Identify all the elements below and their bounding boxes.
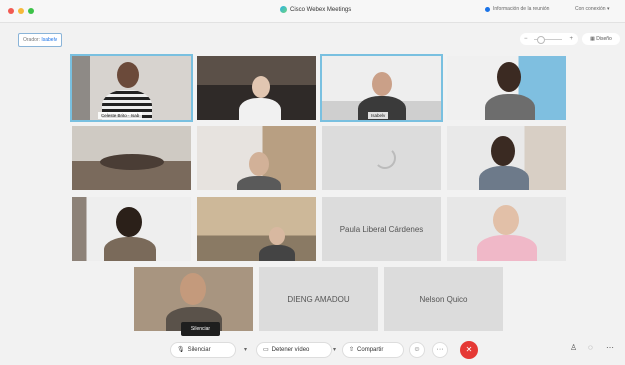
- video-background: [197, 197, 316, 261]
- mute-options-chevron-icon[interactable]: ▾: [244, 346, 247, 353]
- active-speaker-indicator: Orador: Isabelv: [18, 33, 63, 47]
- video-tile-participant[interactable]: [447, 56, 566, 120]
- connection-status[interactable]: Con conexión ▾: [575, 6, 609, 12]
- connection-label: Con conexión: [575, 6, 606, 12]
- chevron-down-icon: ▾: [606, 6, 610, 12]
- smiley-icon: ☺: [413, 346, 421, 353]
- video-tile-isabelv[interactable]: Isabelv: [320, 54, 443, 122]
- more-menu-icon[interactable]: ⋯: [606, 343, 614, 352]
- stop-video-button[interactable]: ▭ Detener vídeo: [256, 342, 332, 358]
- loading-spinner-icon: [374, 147, 396, 169]
- participant-name-label: Celeste Brito · Isab: [98, 112, 143, 119]
- video-tile-office[interactable]: [197, 197, 316, 261]
- participant-name-placeholder: Paula Liberal Cárdenes: [339, 224, 424, 234]
- more-dots-icon: ···: [436, 346, 444, 353]
- person-head: [493, 205, 519, 235]
- zoom-handle[interactable]: [537, 36, 545, 44]
- participant-name-placeholder: DIENG AMADOU: [287, 294, 350, 304]
- video-tile-participant[interactable]: [197, 126, 316, 190]
- webex-window: Cisco Webex Meetings Información de la r…: [0, 0, 625, 365]
- camera-icon: ▭: [263, 347, 269, 353]
- person-head: [497, 62, 521, 92]
- person-body: [479, 166, 529, 190]
- share-icon: ⇧: [349, 347, 355, 353]
- person-body: [239, 98, 281, 120]
- zoom-slider[interactable]: − +: [520, 33, 578, 45]
- mute-label: Silenciar: [187, 347, 211, 353]
- layout-button[interactable]: ▦ Diseño: [582, 33, 620, 45]
- video-options-chevron-icon[interactable]: ▾: [333, 346, 336, 353]
- layout-label: Diseño: [596, 36, 612, 42]
- person-head: [269, 227, 285, 245]
- window-controls: [8, 8, 34, 14]
- minimize-window-button[interactable]: [18, 8, 24, 14]
- video-tile-participant[interactable]: [197, 56, 316, 120]
- end-call-icon: ✕: [465, 345, 473, 354]
- video-tile-dieng-amadou[interactable]: DIENG AMADOU: [259, 267, 378, 331]
- end-call-button[interactable]: ✕: [460, 341, 478, 359]
- video-tile-celeste-brito[interactable]: Celeste Brito · Isab: [70, 54, 193, 122]
- video-tile-paula-liberal-cardenes[interactable]: Paula Liberal Cárdenes: [322, 197, 441, 261]
- video-tile-meeting-room[interactable]: [72, 126, 191, 190]
- person-head: [372, 72, 392, 96]
- meeting-controls-bar: 🎙 Silenciar ▾ ▭ Detener vídeo ▾ ⇧ Compar…: [0, 337, 625, 365]
- zoom-out-button[interactable]: −: [524, 33, 528, 45]
- video-tile-participant[interactable]: [447, 126, 566, 190]
- window-title: Cisco Webex Meetings: [280, 6, 351, 13]
- video-tile-participant[interactable]: [72, 197, 191, 261]
- speaker-label: Orador:: [23, 37, 40, 43]
- video-tile-participant[interactable]: [447, 197, 566, 261]
- share-label: Compartir: [357, 347, 384, 353]
- close-window-button[interactable]: [8, 8, 14, 14]
- more-options-button[interactable]: ···: [432, 342, 448, 358]
- stop-video-label: Detener vídeo: [271, 347, 310, 353]
- person-body: [259, 245, 295, 261]
- person-body: [104, 237, 156, 261]
- person-body: [477, 235, 537, 261]
- person-body: [237, 176, 281, 190]
- speaker-name: Isabelv: [41, 37, 58, 43]
- webex-logo-icon: [280, 6, 287, 13]
- participant-name-label: Isabelv: [368, 112, 389, 119]
- video-tile-loading[interactable]: [322, 126, 441, 190]
- view-toolbar: Orador: Isabelv − + ▦ Diseño: [0, 30, 625, 48]
- video-tile-nelson-quico[interactable]: Nelson Quico: [384, 267, 503, 331]
- conference-table: [100, 154, 164, 170]
- participant-name-placeholder: Nelson Quico: [419, 294, 468, 304]
- person-head: [249, 152, 269, 176]
- person-body: [485, 94, 535, 120]
- mute-tooltip: Silenciar: [181, 322, 220, 336]
- chat-icon[interactable]: ◌: [588, 343, 593, 352]
- mic-icon: 🎙: [177, 347, 185, 353]
- maximize-window-button[interactable]: [28, 8, 34, 14]
- title-bar: Cisco Webex Meetings Información de la r…: [0, 0, 625, 23]
- participants-icon[interactable]: ♙: [570, 343, 577, 352]
- zoom-in-button[interactable]: +: [569, 33, 573, 45]
- reactions-button[interactable]: ☺: [409, 342, 425, 358]
- person-head: [180, 273, 206, 305]
- meeting-info-button[interactable]: Información de la reunión: [485, 6, 549, 12]
- share-button[interactable]: ⇧ Compartir: [342, 342, 404, 358]
- person-head: [491, 136, 515, 166]
- meeting-info-label: Información de la reunión: [493, 6, 550, 12]
- person-head: [117, 62, 139, 88]
- layout-grid-icon: ▦: [590, 36, 595, 42]
- info-icon: [485, 6, 490, 12]
- mute-button[interactable]: 🎙 Silenciar: [170, 342, 236, 358]
- window-title-text: Cisco Webex Meetings: [290, 6, 352, 13]
- person-head: [116, 207, 142, 237]
- person-head: [252, 76, 270, 98]
